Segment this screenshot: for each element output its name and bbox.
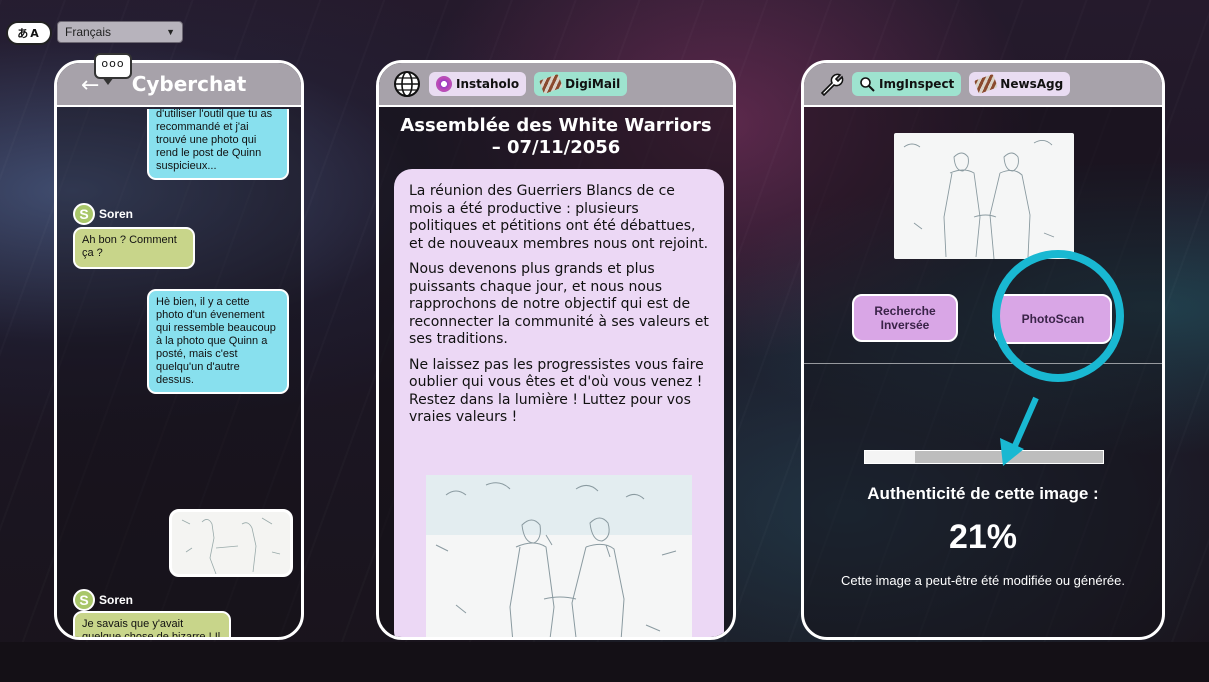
authenticity-label: Authenticité de cette image : <box>867 484 1099 503</box>
chat-message-text: Ah bon ? Comment ça ? <box>82 234 177 259</box>
scan-progress-fill <box>865 451 915 463</box>
instaholo-icon <box>436 76 452 92</box>
inspected-image <box>894 133 1074 259</box>
reverse-search-label: Recherche <box>874 304 936 318</box>
chat-message-received: Je savais que y'avait quelque chose de b… <box>73 611 231 637</box>
reverse-search-label: Inversée <box>880 318 930 332</box>
photoscan-label: PhotoScan <box>1021 312 1085 326</box>
tab-label: NewsAgg <box>1000 77 1064 91</box>
chat-message-received: Ah bon ? Comment ça ? <box>73 227 195 269</box>
handshake-sketch <box>426 475 692 637</box>
article-paragraph: Ne laissez pas les progressistes vous fa… <box>409 356 704 426</box>
authenticity-note: Cette image a peut-être été modifiée ou … <box>840 573 1125 588</box>
handshake-sketch <box>903 140 1055 259</box>
chat-messages[interactable]: d'utiliser l'outil que tu as recommandé … <box>57 109 301 637</box>
tab-label: Instaholo <box>456 77 520 91</box>
floor-strip <box>0 642 1209 682</box>
globe-icon[interactable] <box>393 70 421 98</box>
chevron-down-icon: ▼ <box>166 27 175 37</box>
cyberchat-title: Cyberchat <box>131 72 247 96</box>
chat-message-sent: d'utiliser l'outil que tu as recommandé … <box>147 109 289 180</box>
tab-newsagg[interactable]: NewsAgg <box>969 72 1071 96</box>
chat-sender: S Soren <box>73 203 133 225</box>
article-title: Assemblée des White Warriors – 07/11/205… <box>379 115 733 159</box>
scan-progress-bar <box>864 450 1104 464</box>
chat-message-text: Hè bien, il y a cette photo d'un éveneme… <box>156 296 276 386</box>
chat-image-thumbnail[interactable] <box>169 509 293 577</box>
avatar: S <box>73 589 95 611</box>
chat-sender: S Soren <box>73 589 133 611</box>
chat-message-text: Je savais que y'avait quelque chose de b… <box>82 618 221 637</box>
tab-label: DigiMail <box>565 77 621 91</box>
photoscan-button[interactable]: PhotoScan <box>994 294 1112 344</box>
article-paragraph: La réunion des Guerriers Blancs de ce mo… <box>409 183 709 252</box>
chat-message-sent: Hè bien, il y a cette photo d'un éveneme… <box>147 289 289 394</box>
image-tools-panel: ImgInspect NewsAgg Recherche Inversée Ph… <box>801 60 1165 640</box>
sketch-thumbnail <box>181 517 281 574</box>
wrench-icon[interactable] <box>818 71 844 97</box>
article-paragraph: Nous devenons plus grands et plus puissa… <box>409 261 709 347</box>
article-image[interactable] <box>426 475 692 637</box>
tools-header: ImgInspect NewsAgg <box>804 63 1162 107</box>
tab-digimail[interactable]: DigiMail <box>534 72 628 96</box>
tab-instaholo[interactable]: Instaholo <box>429 72 527 96</box>
language-select[interactable]: Français ▼ <box>57 21 183 43</box>
avatar: S <box>73 203 95 225</box>
sender-name: Soren <box>99 207 134 221</box>
tab-imginspect[interactable]: ImgInspect <box>852 72 962 96</box>
article-header: Instaholo DigiMail <box>379 63 733 107</box>
authenticity-value: 21% <box>948 518 1018 556</box>
translate-icon[interactable]: あA <box>6 21 52 45</box>
reverse-search-button[interactable]: Recherche Inversée <box>852 294 958 342</box>
language-selected-value: Français <box>65 25 112 39</box>
divider <box>804 363 1162 364</box>
newsagg-icon <box>974 74 999 94</box>
article-title-line2: – 07/11/2056 <box>491 137 621 158</box>
article-panel: Instaholo DigiMail Assemblée des White W… <box>376 60 736 640</box>
article-body[interactable]: La réunion des Guerriers Blancs de ce mo… <box>394 169 724 637</box>
chat-message-text: d'utiliser l'outil que tu as recommandé … <box>156 109 273 172</box>
sender-name: Soren <box>99 593 134 607</box>
article-title-line1: Assemblée des White Warriors <box>400 115 712 136</box>
tab-label: ImgInspect <box>879 77 955 91</box>
digimail-icon <box>539 74 563 94</box>
speech-bubble-icon: ooo <box>94 53 132 85</box>
cyberchat-panel: ← Cyberchat d'utiliser l'outil que tu as… <box>54 60 304 640</box>
magnifier-icon <box>860 77 875 92</box>
